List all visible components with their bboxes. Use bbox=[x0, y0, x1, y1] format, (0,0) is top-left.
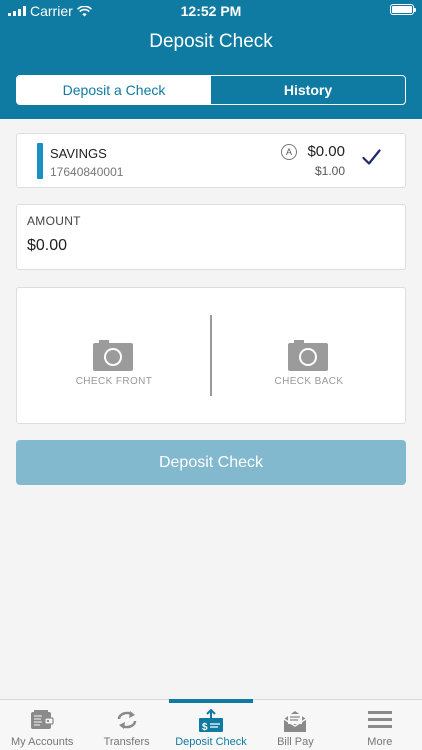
check-front-capture[interactable]: CHECK FRONT bbox=[17, 288, 211, 423]
account-color-bar bbox=[37, 143, 43, 179]
amount-input[interactable]: $0.00 bbox=[27, 237, 67, 255]
menu-icon bbox=[367, 711, 392, 728]
account-name: SAVINGS bbox=[50, 146, 107, 161]
checkmark-icon bbox=[362, 149, 381, 165]
account-selector[interactable]: SAVINGS 17640840001 A $0.00 $1.00 bbox=[16, 133, 406, 188]
camera-icon bbox=[288, 340, 328, 371]
segment-deposit-a-check[interactable]: Deposit a Check bbox=[17, 76, 211, 104]
tab-deposit-check[interactable]: $ Deposit Check bbox=[168, 699, 254, 750]
account-number: 17640840001 bbox=[50, 165, 124, 179]
status-bar: Carrier 12:52 PM bbox=[0, 0, 422, 22]
account-secondary-balance: $1.00 bbox=[314, 164, 345, 178]
amount-field[interactable]: AMOUNT $0.00 bbox=[16, 204, 406, 270]
tab-my-accounts[interactable]: My Accounts bbox=[0, 700, 84, 750]
tab-transfers[interactable]: Transfers bbox=[84, 700, 168, 750]
transfer-icon bbox=[117, 711, 136, 729]
segment-history[interactable]: History bbox=[211, 76, 405, 104]
tab-label: My Accounts bbox=[11, 736, 74, 748]
page-title: Deposit Check bbox=[149, 31, 273, 52]
wallet-icon bbox=[31, 710, 54, 729]
bill-pay-icon bbox=[284, 711, 307, 732]
account-balance: $0.00 bbox=[307, 143, 345, 160]
check-back-capture[interactable]: CHECK BACK bbox=[212, 288, 406, 423]
check-photo-panel: CHECK FRONT CHECK BACK bbox=[16, 287, 406, 424]
camera-icon bbox=[93, 340, 133, 371]
available-balance-icon: A bbox=[281, 144, 297, 160]
battery-icon bbox=[390, 4, 416, 15]
check-back-label: CHECK BACK bbox=[274, 376, 344, 387]
tab-bill-pay[interactable]: Bill Pay bbox=[253, 700, 337, 750]
tab-more[interactable]: More bbox=[338, 700, 422, 750]
amount-label: AMOUNT bbox=[27, 214, 81, 228]
tab-label: Bill Pay bbox=[277, 736, 314, 748]
deposit-check-icon: $ bbox=[199, 709, 224, 733]
check-front-label: CHECK FRONT bbox=[75, 376, 153, 387]
svg-text:$: $ bbox=[202, 722, 208, 733]
tab-label: Transfers bbox=[103, 736, 150, 748]
active-tab-indicator bbox=[168, 699, 254, 703]
app-header: Carrier 12:52 PM Deposit Check Deposit a… bbox=[0, 0, 422, 119]
tab-bar: My Accounts Transfers $ Deposit Check Bi… bbox=[0, 699, 422, 750]
deposit-check-button[interactable]: Deposit Check bbox=[16, 440, 406, 485]
tab-label: More bbox=[367, 736, 393, 748]
tab-label: Deposit Check bbox=[175, 736, 247, 748]
status-time: 12:52 PM bbox=[180, 3, 242, 19]
segmented-control: Deposit a Check History bbox=[16, 75, 406, 105]
